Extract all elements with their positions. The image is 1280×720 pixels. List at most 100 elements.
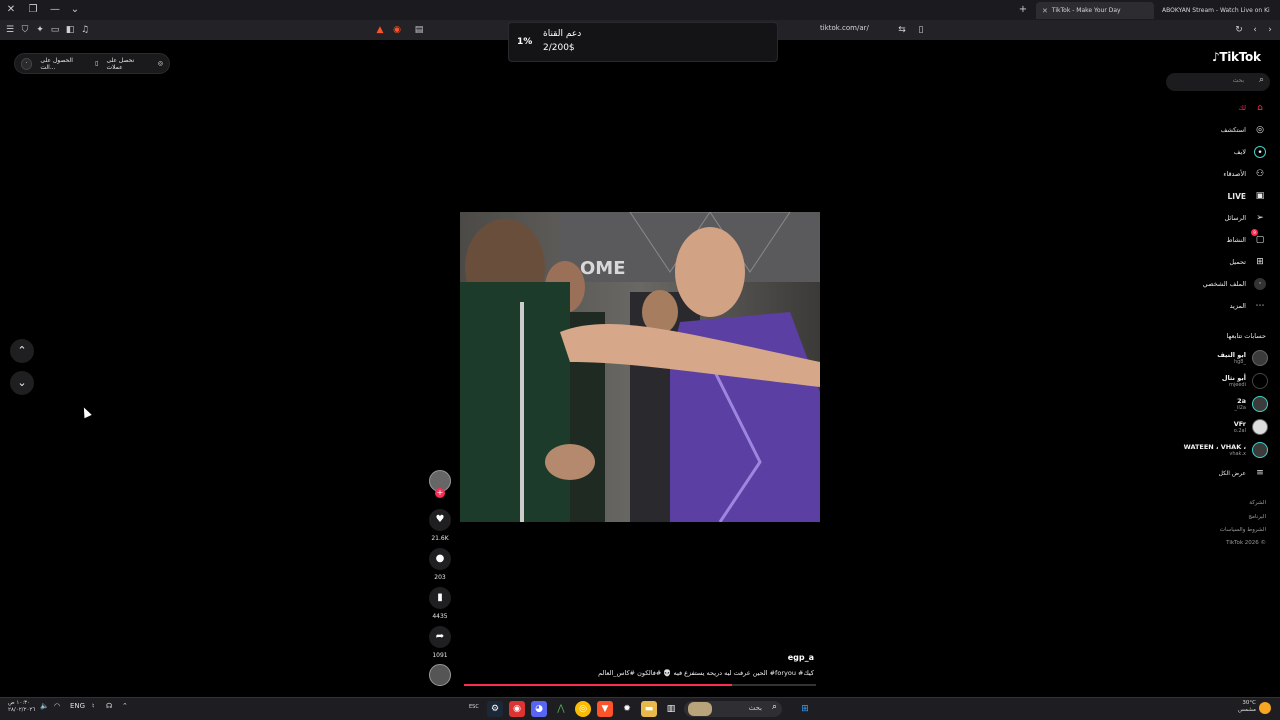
video-player[interactable]: OME — [460, 212, 820, 522]
video-author[interactable]: egp_a — [760, 653, 814, 662]
tab-tiktok[interactable]: ✕ TikTok - Make Your Day — [1036, 2, 1154, 19]
wallet-icon[interactable]: ▭ — [48, 23, 62, 37]
get-access-link[interactable]: الحصول على الت... — [40, 57, 87, 71]
sidebar-item-more[interactable]: المزيد ⋯ — [1230, 298, 1266, 314]
taskbar-search-input[interactable]: بحث ⌕ — [684, 701, 782, 717]
shield-icon[interactable]: ⛉ — [18, 23, 32, 37]
search-highlight-image — [688, 702, 712, 716]
microphone-icon[interactable]: ♮ — [92, 702, 95, 710]
live-user-icon: • — [1254, 146, 1266, 158]
app-icon[interactable]: ◉ — [509, 701, 525, 717]
sound-avatar[interactable] — [429, 664, 451, 686]
address-bar[interactable]: tiktok.com/ar/ — [820, 24, 869, 32]
brave-shields-icon[interactable]: ◉ — [390, 23, 404, 37]
volume-icon[interactable]: 🔈 — [40, 702, 49, 710]
following-account[interactable]: WATEEN ، VHAK ، vhak.x — [1184, 441, 1268, 459]
close-window-icon[interactable]: ✕ — [4, 3, 18, 17]
sidebar-item-label: LIVE — [1227, 191, 1247, 201]
footer-link[interactable]: الشروط والسياسات — [1220, 527, 1266, 533]
tab-list-chevron-icon[interactable]: ⌄ — [68, 3, 82, 17]
donation-popup: 1% دعم القناة 2/200$ — [508, 22, 778, 62]
bookmark-icon: ▯ — [95, 60, 99, 67]
account-name: WATEEN ، VHAK ، — [1183, 443, 1246, 451]
file-explorer-icon[interactable]: ▬ — [641, 701, 657, 717]
account-handle: mjeedi — [1229, 382, 1246, 388]
back-icon[interactable]: ‹ — [1248, 23, 1262, 37]
translate-icon[interactable]: ⇆ — [895, 23, 909, 37]
minimize-window-icon[interactable]: — — [48, 3, 62, 17]
sidebar-item-activity[interactable]: النشاط ▢ 9 — [1226, 229, 1266, 248]
home-icon: ⌂ — [1257, 103, 1263, 113]
get-coins-link[interactable]: نحصل على عملات — [106, 57, 149, 71]
video-caption: الحين عرفت ليه دريحه يستفزع فيه 💀 #فالكو… — [598, 669, 814, 677]
brave-rewards-icon[interactable]: ▲ — [373, 23, 387, 37]
tiktok-logo[interactable]: ♪TikTok — [1212, 50, 1261, 64]
steam-icon[interactable]: ⚙ — [487, 701, 503, 717]
bookmark-icon[interactable]: ▯ — [914, 23, 928, 37]
account-handle: _il2a — [1234, 405, 1246, 411]
donation-title: دعم القناة — [543, 29, 582, 39]
following-account[interactable]: أبو نثال mjeedi — [1222, 372, 1268, 390]
search-icon[interactable]: ⌕ — [1259, 75, 1264, 85]
sidebar-item-friends[interactable]: الأصدقاء ⚇ — [1223, 166, 1266, 182]
share-arrow-icon[interactable]: ➦ — [429, 626, 451, 648]
weather-widget[interactable]: 30°C مشمس — [1230, 700, 1256, 714]
sidebar-icon[interactable]: ◧ — [63, 23, 77, 37]
wifi-icon[interactable]: ◠ — [54, 702, 60, 710]
brave-icon[interactable]: ▼ — [597, 701, 613, 717]
restore-window-icon[interactable]: ❐ — [26, 3, 40, 17]
activity-badge: 9 — [1251, 229, 1258, 236]
sidebar-item-profile[interactable]: الملف الشخصي · — [1203, 276, 1266, 292]
tab-abokyan[interactable]: ABOKYAN Stream - Watch Live on Ki — [1156, 2, 1280, 19]
following-account[interactable]: ابو النيف hg8_ — [1217, 349, 1268, 367]
chrome-icon[interactable]: ◎ — [575, 701, 591, 717]
footer-link[interactable]: الشركة — [1249, 500, 1266, 506]
following-account[interactable]: VFr o.2al — [1234, 418, 1268, 436]
next-video-button[interactable]: ⌄ — [10, 371, 34, 395]
see-all-link[interactable]: عرض الكل ≡ — [1219, 465, 1266, 481]
task-view-icon[interactable]: ▥ — [663, 701, 679, 717]
close-tab-icon[interactable]: ✕ — [1042, 7, 1048, 15]
account-name: VFr — [1233, 420, 1246, 428]
reload-icon[interactable]: ↻ — [1232, 23, 1246, 37]
follow-plus-icon[interactable]: + — [435, 488, 445, 498]
extension-pill[interactable]: · الحصول على الت... ▯ نحصل على عملات ◎ — [14, 53, 170, 74]
live-tv-icon: ▣ — [1255, 191, 1265, 201]
music-icon[interactable]: ♫ — [78, 23, 92, 37]
avatar — [1252, 350, 1268, 366]
previous-video-button[interactable]: ⌃ — [10, 339, 34, 363]
mouse-cursor-icon — [80, 405, 92, 419]
search-input[interactable]: بحث ⌕ — [1166, 73, 1270, 91]
avatar — [1252, 373, 1268, 389]
menu-icon[interactable]: ☰ — [3, 23, 17, 37]
comment-icon[interactable]: ● — [429, 548, 451, 570]
esc-key-indicator: ESC — [469, 704, 479, 710]
account-name: أبو نثال — [1221, 374, 1246, 382]
account-name: ابو النيف — [1217, 351, 1246, 359]
following-account[interactable]: 2a _il2a — [1234, 395, 1268, 413]
extension-icon[interactable]: ✦ — [33, 23, 47, 37]
discord-icon[interactable]: ◕ — [531, 701, 547, 717]
like-heart-icon[interactable]: ♥ — [429, 509, 451, 531]
settings-icon[interactable]: ✹ — [619, 701, 635, 717]
tray-chevron-icon[interactable]: ⌃ — [122, 702, 128, 710]
sidebar-item-live-user[interactable]: لايف • — [1234, 144, 1266, 160]
headset-icon[interactable]: ☊ — [106, 702, 112, 710]
taskbar-clock[interactable]: ١٠:٣٠ ص ٢٨/٠٢/٢٠٢٦ — [8, 700, 35, 714]
app-icon[interactable]: ⋀ — [553, 701, 569, 717]
sidebar-item-live[interactable]: LIVE ▣ — [1228, 188, 1267, 204]
upload-icon: ⊞ — [1256, 257, 1264, 267]
sidebar-item-messages[interactable]: الرسائل ➢ — [1224, 210, 1266, 226]
sidebar-item-upload[interactable]: تحميل ⊞ — [1229, 254, 1266, 270]
forward-icon[interactable]: › — [1263, 23, 1277, 37]
reader-icon[interactable]: ▤ — [412, 23, 426, 37]
sidebar-item-for-you[interactable]: لك ⌂ — [1239, 100, 1266, 116]
save-bookmark-icon[interactable]: ▮ — [429, 587, 451, 609]
windows-start-icon[interactable]: ⊞ — [797, 701, 813, 717]
following-title: حسابات تتابعها — [1226, 332, 1266, 340]
new-tab-icon[interactable]: + — [1016, 3, 1030, 17]
friends-icon: ⚇ — [1255, 169, 1265, 179]
language-indicator[interactable]: ENG — [70, 702, 85, 710]
footer-link[interactable]: البرنامج — [1248, 514, 1266, 520]
sidebar-item-explore[interactable]: استكشف ◎ — [1221, 122, 1266, 138]
